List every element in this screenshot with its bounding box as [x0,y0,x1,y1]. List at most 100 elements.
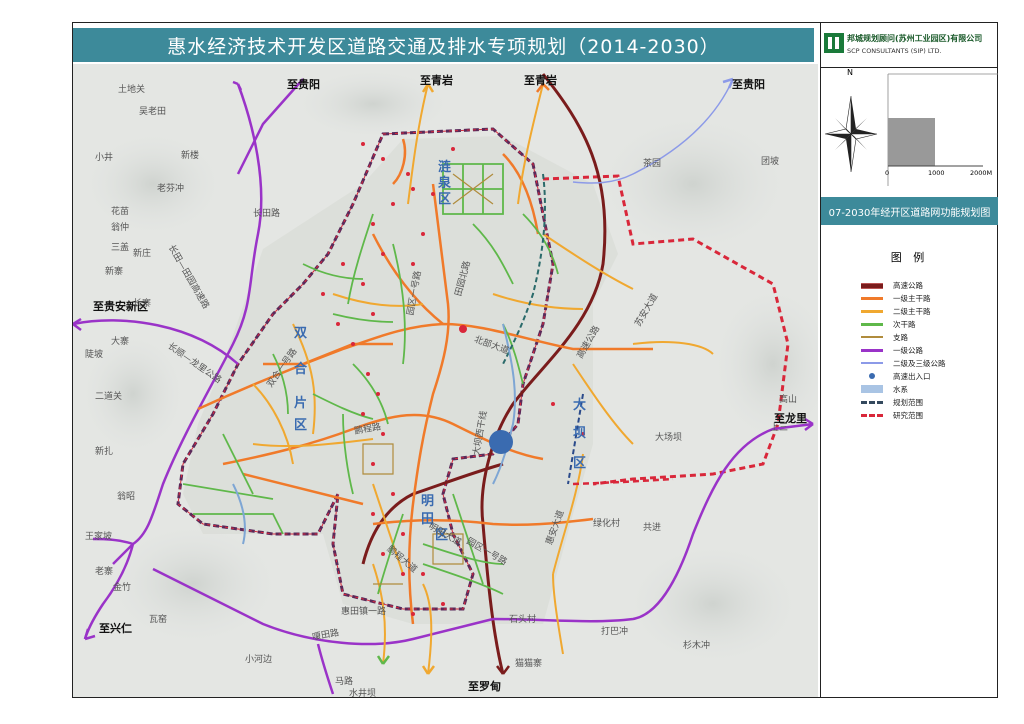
dest-luodian: 至罗甸 [468,680,501,693]
legend-label: 次干路 [893,319,916,329]
legend-label: 一级主干路 [893,293,931,303]
legend-label: 二级及三级公路 [893,358,946,368]
legend-item-secondary: 二级主干路 [861,305,931,317]
place-label: 三盖 [111,243,130,253]
legend-label: 一级公路 [893,345,923,355]
place-label: 茶园 [643,159,662,169]
place-label: 新扎 [95,447,114,457]
legend-item-water: 水系 [861,383,908,395]
company-logo-block: 邦城规划顾问(苏州工业园区)有限公司 SCP CONSULTANTS (SIP)… [821,27,998,67]
place-label: 共进 [643,523,662,533]
district-shuanghe-4: 区 [294,418,308,433]
legend-symbol-water [861,385,883,393]
place-label: 上三 [770,423,789,433]
place-label: 王家坡 [85,532,113,542]
legend-label: 支路 [893,332,908,342]
place-label: 绿化村 [593,519,621,529]
road-label-changtian: 长田路 [253,209,281,219]
legend-symbol-highway1 [861,346,883,354]
legend-label: 研究范围 [893,410,923,420]
scale-tick-2000: 2000M [970,169,993,177]
page-title: 惠水经济技术开发区道路交通及排水专项规划（2014-2030） [73,28,814,62]
district-shuanghe-2: 合 [294,362,308,377]
legend-symbol-expressway [861,281,883,289]
scale-tick-1000: 1000 [928,169,945,177]
legend-label: 高速出入口 [893,371,931,381]
legend-item-branch: 支路 [861,331,908,343]
company-name-en: SCP CONSULTANTS (SIP) LTD. [847,47,942,55]
dest-qingyan-2: 至青岩 [524,74,557,87]
legend-symbol-study-boundary [861,411,883,419]
legend-item-highway23: 二级及三级公路 [861,357,946,369]
place-label: 土地关 [118,85,146,95]
legend-item-plan-boundary: 规划范围 [861,396,923,408]
place-label: 新寨 [105,267,124,277]
place-label: 吴老田 [139,107,167,117]
place-label: 老芬冲 [157,184,185,194]
place-label: 新庄 [133,249,152,259]
dest-xingren: 至兴仁 [99,622,132,635]
legend-symbol-primary [861,294,883,302]
company-logo-icon [824,33,844,53]
place-label: 猫猫寨 [515,659,543,669]
legend-symbol-minor [861,320,883,328]
legend-title: 图 例 [890,251,929,264]
place-label: 长寨 [133,299,152,309]
place-label: 高山 [779,395,798,405]
district-daba-2: 坝 [573,426,587,441]
place-label: 翁仲 [111,223,130,233]
place-label: 大寨 [111,337,130,347]
legend-symbol-plan-boundary [861,398,883,406]
district-daba-1: 大 [573,398,587,413]
legend-symbol-branch [861,333,883,341]
place-label: 金竹 [113,583,132,593]
interchange-node [489,430,513,454]
dest-guiyang-nw: 至贵阳 [287,78,320,91]
legend-label: 水系 [893,384,908,394]
legend-item-highway1: 一级公路 [861,344,923,356]
place-label: 水井坝 [349,689,377,697]
place-label: 花苗 [111,207,130,217]
place-label: 瓦窑 [149,615,168,625]
place-label: 新楼 [181,151,200,161]
place-label: 小河边 [245,655,273,665]
place-label: 打巴冲 [601,627,629,637]
legend-item-interchange: 高速出入口 [861,370,931,382]
place-label: 二道关 [95,392,123,402]
place-label: 团坡 [761,157,780,167]
company-name-cn: 邦城规划顾问(苏州工业园区)有限公司 [847,34,983,43]
legend-item-study-boundary: 研究范围 [861,409,923,421]
legend-symbol-highway23 [861,359,883,367]
north-arrow-icon [824,95,878,173]
place-label: 杉木冲 [683,641,711,651]
place-label: 大场坝 [655,433,683,443]
plan-title: 07-2030年经开区道路网功能规划图 [821,197,998,225]
dest-qingyan-1: 至青岩 [420,74,453,87]
district-shuanghe-1: 双 [294,326,308,341]
legend-symbol-secondary [861,307,883,315]
road-label-huitian-1: 惠田镇一路 [341,607,387,617]
north-label: N [847,68,853,77]
legend-item-primary: 一级主干路 [861,292,931,304]
legend-symbol-interchange-icon [861,372,883,380]
place-label: 陡坡 [85,350,104,360]
legend-label: 二级主干路 [893,306,931,316]
map-canvas: 至贵阳 至青岩 至青岩 至贵阳 至贵安新区 至龙里 至兴仁 至罗甸 双 合 片 … [73,64,818,697]
district-shuanghe-3: 片 [294,396,308,411]
place-label: 老寨 [95,567,114,577]
legend-label: 规划范围 [893,397,923,407]
legend-item-minor: 次干路 [861,318,916,330]
legend-label: 高速公路 [893,280,923,290]
dest-guiyang-ne: 至贵阳 [732,78,765,91]
scale-bar-block [888,118,935,166]
side-panel: 邦城规划顾问(苏州工业园区)有限公司 SCP CONSULTANTS (SIP)… [820,23,998,697]
compass-scale-box: N 0 1000 2000M [821,67,998,196]
scale-tick-0: 0 [885,169,890,177]
place-label: 翁昭 [117,492,136,502]
district-mingtian-1: 明 [421,494,435,509]
place-label: 石头村 [509,615,537,625]
legend-item-expressway: 高速公路 [861,279,923,291]
district-lianquan-3: 区 [438,192,452,207]
district-daba-3: 区 [573,456,587,471]
place-label: 小井 [95,153,114,163]
